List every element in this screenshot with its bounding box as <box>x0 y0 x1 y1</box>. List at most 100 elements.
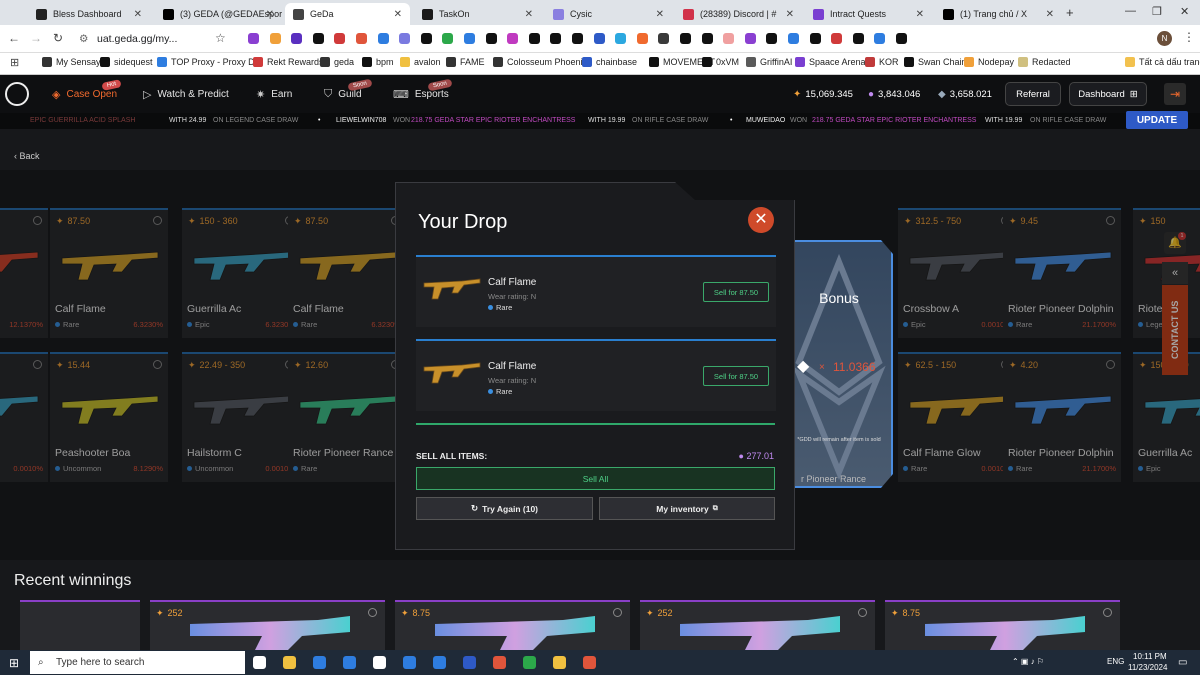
extension-icon[interactable] <box>248 33 259 44</box>
sell-item-button[interactable]: Sell for 87.50 <box>703 282 769 302</box>
reload-icon[interactable]: ↻ <box>53 31 63 45</box>
extension-icon[interactable] <box>788 33 799 44</box>
taskbar-app-icon[interactable] <box>583 656 596 669</box>
windows-start-icon[interactable]: ⊞ <box>9 656 19 670</box>
nav-esports[interactable]: ⌨ Esports <box>393 88 449 101</box>
back-link[interactable]: ‹ Back <box>14 151 40 161</box>
extension-icon[interactable] <box>420 33 432 44</box>
info-icon[interactable] <box>858 608 867 617</box>
extension-icon[interactable] <box>528 33 540 44</box>
bookmark-item[interactable]: Colosseum Phoenix <box>493 57 587 67</box>
restore-icon[interactable]: ❐ <box>1152 5 1162 18</box>
bookmark-item[interactable]: TOP Proxy - Proxy D... <box>157 57 262 67</box>
bookmark-item[interactable]: avalon <box>400 57 441 67</box>
close-icon[interactable]: ✕ <box>525 9 533 20</box>
taskbar-app-icon[interactable] <box>253 656 266 669</box>
new-tab-icon[interactable]: + <box>1066 5 1074 20</box>
browser-tab[interactable]: (28389) Discord | # ✕ <box>675 3 802 25</box>
extension-icon[interactable] <box>744 33 756 44</box>
sell-all-button[interactable]: Sell All <box>416 467 775 490</box>
referral-button[interactable]: Referral <box>1005 82 1061 106</box>
extension-icon[interactable] <box>852 33 864 44</box>
extension-icon[interactable] <box>269 33 281 44</box>
close-icon[interactable]: ✕ <box>786 9 794 20</box>
taskbar-app-icon[interactable] <box>403 656 416 669</box>
recent-winning-card[interactable]: ✦ 8.75 <box>885 600 1120 650</box>
clock-date[interactable]: 11/23/2024 <box>1128 663 1167 672</box>
bookmark-item[interactable]: GriffinAI <box>746 57 792 67</box>
bookmark-item[interactable]: Nodepay <box>964 57 1014 67</box>
bookmark-item[interactable]: Rekt Rewards <box>253 57 324 67</box>
bookmark-item[interactable]: Redacted <box>1018 57 1071 67</box>
extension-icon[interactable] <box>464 33 475 44</box>
try-again-button[interactable]: ↻ Try Again (10) <box>416 497 593 520</box>
extension-icon[interactable] <box>442 33 454 44</box>
bookmark-item[interactable]: My Sensay <box>42 57 101 67</box>
taskbar-app-icon[interactable] <box>373 656 386 669</box>
browser-tab[interactable]: TaskOn ✕ <box>414 3 541 25</box>
browser-tab[interactable]: Bless Dashboard ✕ <box>28 3 150 25</box>
taskbar-app-icon[interactable] <box>463 656 476 669</box>
bookmark-item[interactable]: chainbase <box>582 57 637 67</box>
info-icon[interactable] <box>1103 608 1112 617</box>
taskbar-search[interactable]: ⌕ Type here to search <box>30 651 245 674</box>
menu-dots-icon[interactable]: ⋮ <box>1183 30 1195 44</box>
star-icon[interactable]: ☆ <box>215 31 226 45</box>
extension-icon[interactable] <box>507 33 519 44</box>
logout-icon[interactable]: ⇥ <box>1164 83 1186 105</box>
extension-icon[interactable] <box>356 33 367 44</box>
bookmark-item[interactable]: bpm <box>362 57 394 67</box>
taskbar-app-icon[interactable] <box>493 656 506 669</box>
close-window-icon[interactable]: ✕ <box>1180 5 1189 18</box>
update-button[interactable]: UPDATE <box>1126 111 1188 129</box>
nav-earn[interactable]: ✷ Earn <box>256 88 292 101</box>
close-icon[interactable]: ✕ <box>394 9 402 20</box>
browser-tab[interactable]: Cysic ✕ <box>545 3 672 25</box>
tray-icons[interactable]: ⌃ ▣ ♪ ⚐ <box>1012 657 1044 666</box>
extension-icon[interactable] <box>896 33 907 44</box>
site-info-icon[interactable]: ⚙ <box>79 29 88 49</box>
geda-logo-icon[interactable] <box>5 82 29 106</box>
browser-tab[interactable]: (3) GEDA (@GEDAEsports) ✕ <box>155 3 282 25</box>
close-icon[interactable]: ✕ <box>916 9 924 20</box>
bookmark-item[interactable]: sidequest <box>100 57 153 67</box>
sell-item-button[interactable]: Sell for 87.50 <box>703 366 769 386</box>
taskbar-app-icon[interactable] <box>343 656 356 669</box>
extension-icon[interactable] <box>831 33 843 44</box>
bookmark-item[interactable]: 0xVM <box>702 57 739 67</box>
extension-icon[interactable] <box>723 33 735 44</box>
close-icon[interactable]: ✕ <box>1046 9 1054 20</box>
clock-time[interactable]: 10:11 PM <box>1133 652 1167 661</box>
url-field[interactable]: ⚙ uat.geda.gg/my... <box>75 29 235 49</box>
extension-icon[interactable] <box>572 33 583 44</box>
extension-icon[interactable] <box>593 33 605 44</box>
bookmark-item[interactable]: KOR <box>865 57 899 67</box>
bookmark-item[interactable]: Swan Chain <box>904 57 967 67</box>
bookmark-item[interactable]: Spaace Arena <box>795 57 866 67</box>
extension-icon[interactable] <box>377 33 389 44</box>
my-inventory-button[interactable]: My inventory ⧉ <box>599 497 775 520</box>
info-icon[interactable] <box>613 608 622 617</box>
notification-center-icon[interactable]: ▭ <box>1178 657 1187 668</box>
extension-icon[interactable] <box>399 33 411 44</box>
close-icon[interactable]: ✕ <box>748 207 774 233</box>
browser-tab[interactable]: (1) Trang chủ / X ✕ <box>935 3 1062 25</box>
recent-winning-card[interactable]: ✦ 252 <box>640 600 875 650</box>
bookmark-item[interactable]: FAME <box>446 57 485 67</box>
extension-icon[interactable] <box>809 33 821 44</box>
browser-tab-active[interactable]: GeDa ✕ <box>285 3 410 25</box>
minimize-icon[interactable]: — <box>1125 5 1136 17</box>
recent-winning-card[interactable] <box>20 600 140 650</box>
back-arrow-icon[interactable]: ← <box>8 31 20 45</box>
taskbar-app-icon[interactable] <box>433 656 446 669</box>
extension-icon[interactable] <box>636 33 648 44</box>
extension-icon[interactable] <box>874 33 886 44</box>
extension-icon[interactable] <box>550 33 562 44</box>
extension-icon[interactable] <box>658 33 670 44</box>
extension-icon[interactable] <box>485 33 497 44</box>
nav-watch-predict[interactable]: ▷ Watch & Predict <box>143 88 229 101</box>
info-icon[interactable] <box>368 608 377 617</box>
browser-tab[interactable]: Intract Quests ✕ <box>805 3 932 25</box>
extension-icon[interactable] <box>615 33 627 44</box>
taskbar-app-icon[interactable] <box>523 656 536 669</box>
